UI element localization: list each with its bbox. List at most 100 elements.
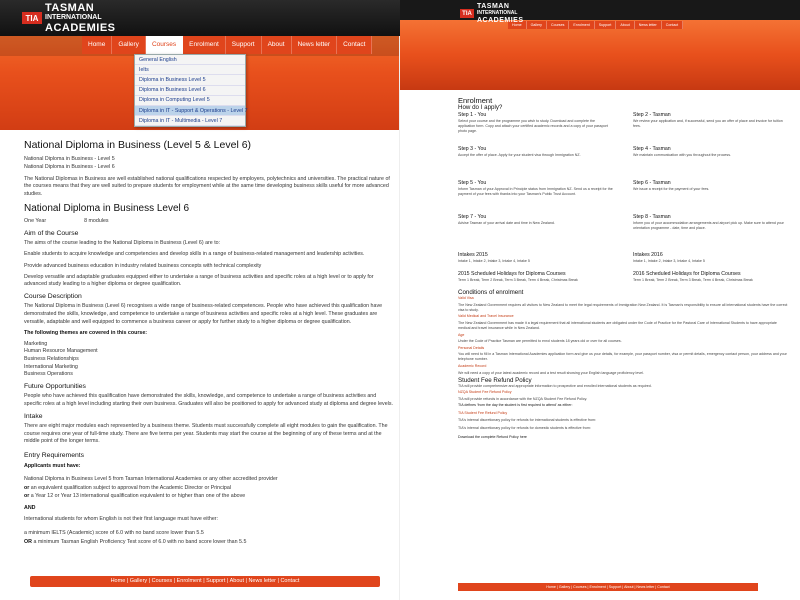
aim-heading: Aim of the Course [24,229,79,237]
intakes-2016-heading: Intakes 2016 [633,252,663,258]
insurance-text: The New Zealand Government has made it a… [458,320,777,330]
nav-gallery[interactable]: Gallery [526,21,547,29]
visa-text: The New Zealand Government requires all … [458,302,788,312]
intro-text: The National Diplomas in Business are we… [24,175,390,197]
logo-mark: TIA [22,12,42,24]
intl-requirement: International students for whom English … [24,516,219,523]
logo-line3: ACADEMIES [45,22,116,34]
left-page: TIA TASMAN INTERNATIONAL ACADEMIES Home … [0,0,400,600]
requirement: or a Year 12 or Year 13 international qu… [24,493,246,500]
step: Step 8 - Tasman Inform you of your accomm… [633,214,784,230]
age-heading: Age [458,332,465,337]
page-title: National Diploma in Business (Level 5 & … [24,139,252,151]
duration: One Year [24,218,47,225]
main-nav: Home Gallery Courses Enrolment Support A… [82,36,373,54]
step: Step 1 - You Select your course and the p… [458,112,608,133]
and-label: AND [24,504,36,511]
discretion-heading: TIA Student Fee Refund Policy [458,411,508,416]
site-logo[interactable]: TIA TASMAN INTERNATIONAL ACADEMIES [460,3,524,24]
visa-heading: Valid Visa [458,296,474,301]
nzqa-text: TIA will provide refunds in accordance w… [458,396,588,401]
intake-heading: Intake [24,412,43,420]
description-text: The National Diploma in Business (Level … [24,303,383,325]
right-page: TIA TASMAN INTERNATIONAL ACADEMIES Home … [400,0,800,600]
nav-contact[interactable]: Contact [337,36,373,54]
step: Step 5 - You Inform Tasman of your Approv… [458,180,613,196]
dropdown-item-hovered[interactable]: Diploma in IT - Support & Operations - L… [135,105,248,117]
step: Step 3 - You Accept the offer of place. A… [458,146,581,157]
nav-about[interactable]: About [262,36,292,54]
step: Step 2 - Tasman We review your applicatio… [633,112,783,128]
nav-courses[interactable]: Courses [546,21,570,29]
footer-nav[interactable]: Home | Gallery | Courses | Enrolment | S… [458,583,758,591]
nav-gallery[interactable]: Gallery [112,36,146,54]
holidays-2015-heading: 2015 Scheduled Holidays for Diploma Cour… [458,270,566,277]
conditions-heading: Conditions of enrolment [458,289,524,297]
nav-support[interactable]: Support [226,36,262,54]
logo-line3: ACADEMIES [477,17,524,24]
intakes-grid: Intakes 2015 Intake 1, Intake 2, Intake 3… [458,252,788,266]
nav-contact[interactable]: Contact [661,21,684,29]
future-text: People who have achieved this qualificat… [24,393,393,407]
steps-grid: Step 1 - You Select your course and the p… [458,112,788,249]
how-apply-heading: How do I apply? [458,104,503,111]
subtitle-level6: National Diploma in Business - Level 6 [24,164,115,171]
withdraw-text: TIA defines 'from the day the student is… [458,403,573,408]
intakes-2015-heading: Intakes 2015 [458,252,488,258]
step: Step 6 - Tasman We issue a receipt for th… [633,180,710,191]
nav-newsletter[interactable]: News letter [292,36,338,54]
domestic-policy: TIA's internal discretionary policy for … [458,425,591,430]
nav-newsletter[interactable]: News letter [634,21,662,29]
level6-heading: National Diploma in Business Level 6 [24,202,190,214]
logo-line2: INTERNATIONAL [477,10,518,16]
dropdown-item[interactable]: Diploma in Business Level 6 [135,86,245,96]
theme-item: Business Operations [24,371,73,378]
nav-courses[interactable]: Courses [145,36,184,54]
requirement: or an equivalent qualification subject t… [24,484,232,491]
site-logo[interactable]: TIA TASMAN INTERNATIONAL ACADEMIES [22,3,116,34]
personal-text: You will need to fill in a Tasman Intern… [458,352,787,362]
main-content: National Diploma in Business (Level 5 & … [24,139,394,550]
dropdown-item[interactable]: Ielts [135,65,245,76]
logo-line1: TASMAN [477,3,510,10]
requirement: National Diploma in Business Level 5 fro… [24,476,278,483]
aim-intro: The aims of the course leading to the Na… [24,240,221,247]
academic-heading: Academic Record [458,363,487,368]
dropdown-item[interactable]: Diploma in Business Level 5 [135,75,245,86]
intake-text: There are eight major modules each repre… [24,423,388,445]
theme-item: Human Resource Management [24,348,98,355]
duration-row: One Year 8 modules [24,218,394,226]
refund-heading: Student Fee Refund Policy [458,376,532,384]
dropdown-item[interactable]: General English [135,55,245,66]
download-refund-link[interactable]: Download the complete Refund Policy here [458,435,788,440]
page-title: Enrolment [458,96,493,105]
holidays-2016-heading: 2016 Scheduled Holidays for Diploma Cour… [633,270,741,277]
personal-heading: Personal Details [458,345,485,350]
main-nav: Home Gallery Courses Enrolment Support A… [508,21,684,29]
holidays-grid: 2015 Scheduled Holidays for Diploma Cour… [458,270,788,285]
theme-item: Business Relationships [24,355,79,362]
ielts-requirement: a minimum IELTS (Academic) score of 6.0 … [24,530,204,537]
dropdown-item[interactable]: Diploma in IT - Multimedia - Level 7 [135,116,245,127]
nav-enrolment[interactable]: Enrolment [569,21,595,29]
nav-home[interactable]: Home [82,36,113,54]
academic-text: We will need a copy of your latest acade… [458,370,644,375]
nav-about[interactable]: About [616,21,635,29]
refund-text: TIA will provide comprehensive and appro… [458,383,652,388]
nav-support[interactable]: Support [594,21,617,29]
entry-heading: Entry Requirements [24,451,85,459]
age-text: Under the Code of Practice Tasman are pe… [458,339,622,344]
aim-item: Enable students to acquire knowledge and… [24,251,365,258]
insurance-heading: Valid Medical and Travel Insurance [458,314,514,319]
theme-item: Marketing [24,340,48,347]
banner [400,20,800,90]
nav-enrolment[interactable]: Enrolment [183,36,226,54]
description-heading: Course Description [24,292,82,300]
intl-policy: TIA's internal discretionary policy for … [458,417,597,422]
footer-nav[interactable]: Home | Gallery | Courses | Enrolment | S… [30,576,380,587]
logo-mark: TIA [460,9,474,18]
future-heading: Future Opportunities [24,382,86,390]
modules-count: 8 modules [84,218,109,225]
dropdown-item[interactable]: Diploma in Computing Level 5 [135,96,245,106]
applicants-heading: Applicants must have: [24,462,81,469]
